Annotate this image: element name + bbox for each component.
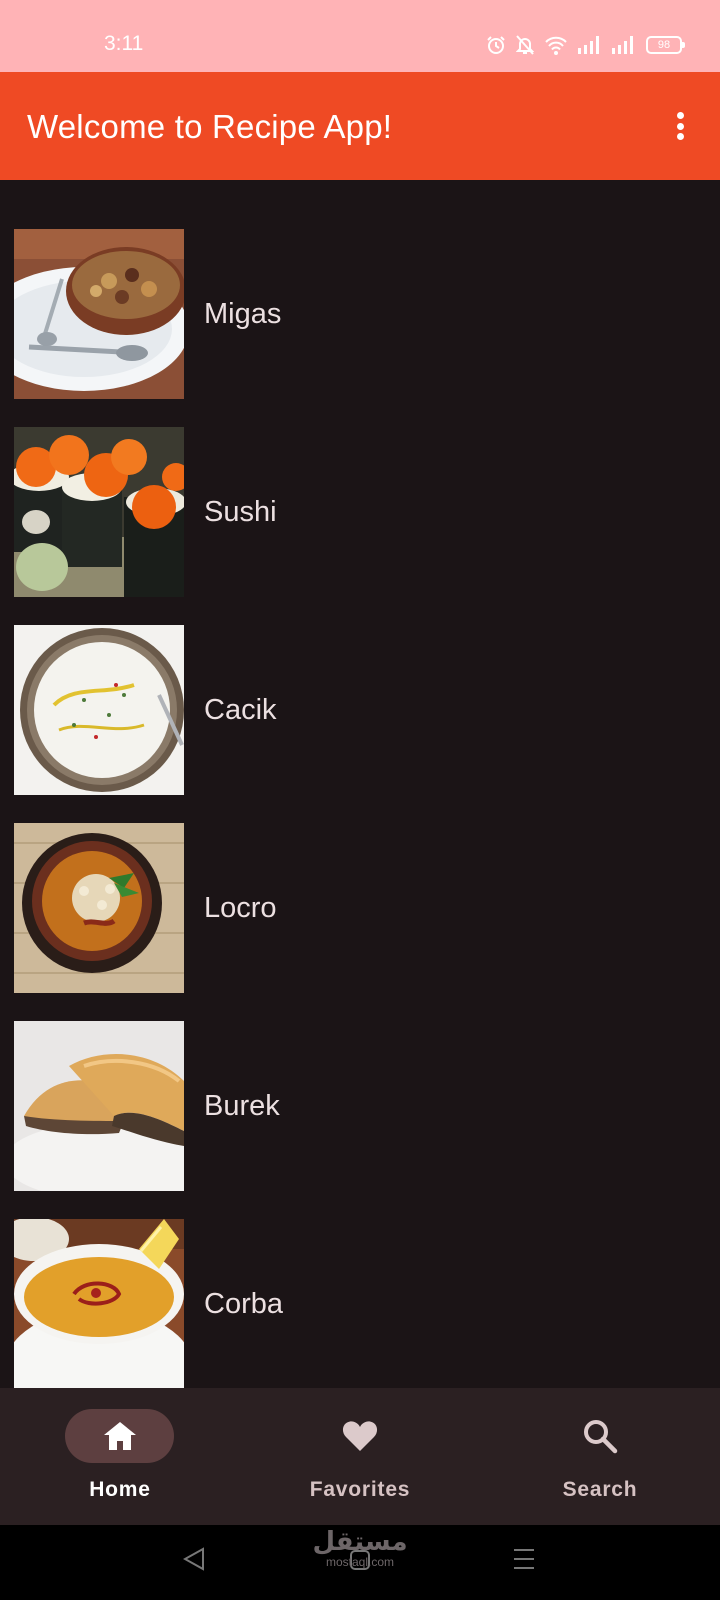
battery-icon: 98 <box>646 36 685 54</box>
nav-pill <box>545 1409 654 1463</box>
nav-label-favorites: Favorites <box>309 1478 411 1501</box>
list-item[interactable]: Locro <box>14 823 714 993</box>
back-icon[interactable] <box>183 1547 205 1571</box>
nav-pill <box>305 1409 414 1463</box>
heart-icon <box>342 1421 377 1451</box>
recipe-name: Migas <box>204 297 282 330</box>
app-bar: Welcome to Recipe App! <box>0 72 720 180</box>
recipe-image <box>14 1219 184 1388</box>
recipe-name: Corba <box>204 1287 283 1320</box>
alarm-icon <box>487 36 505 54</box>
signal-icon <box>612 36 633 54</box>
nav-item-home[interactable]: Home <box>0 1388 240 1525</box>
watermark: مستقل mostaql.com <box>312 1527 408 1569</box>
screen: 3:11 98 Welcome to Recipe App! Migas Sus… <box>0 0 720 1600</box>
recipe-image <box>14 823 184 993</box>
nav-active-indicator <box>65 1409 174 1463</box>
recipe-image <box>14 229 184 399</box>
recipe-image <box>14 1021 184 1191</box>
nav-label-search: Search <box>562 1478 638 1501</box>
recipe-image <box>14 427 184 597</box>
bottom-navigation: Home Favorites Search <box>0 1388 720 1525</box>
search-icon <box>583 1420 617 1454</box>
status-icons: 98 <box>486 34 685 56</box>
watermark-arabic: مستقل <box>312 1526 408 1556</box>
home-icon <box>103 1422 136 1450</box>
app-title: Welcome to Recipe App! <box>27 108 393 145</box>
list-item[interactable]: Burek <box>14 1021 714 1191</box>
recipe-name: Cacik <box>204 693 277 726</box>
list-item[interactable]: Corba <box>14 1219 714 1388</box>
recipe-name: Locro <box>204 891 277 924</box>
recipe-name: Burek <box>204 1089 280 1122</box>
nav-item-search[interactable]: Search <box>480 1388 720 1525</box>
bell-off-icon <box>516 35 534 55</box>
status-time: 3:11 <box>104 32 144 55</box>
list-item[interactable]: Cacik <box>14 625 714 795</box>
recipe-name: Sushi <box>204 495 277 528</box>
watermark-latin: mostaql.com <box>325 1555 395 1569</box>
recipe-image <box>14 625 184 795</box>
nav-item-favorites[interactable]: Favorites <box>240 1388 480 1525</box>
status-bar: 3:11 98 <box>0 0 720 72</box>
recipe-list[interactable]: Migas Sushi Cacik Locro Burek Corba <box>0 180 720 1388</box>
wifi-icon <box>545 36 567 55</box>
list-item[interactable]: Sushi <box>14 427 714 597</box>
nav-label-home: Home <box>89 1478 151 1501</box>
more-vert-icon[interactable] <box>668 106 692 146</box>
list-item[interactable]: Migas <box>14 229 714 399</box>
signal-icon <box>578 36 599 54</box>
recents-menu-icon[interactable] <box>513 1547 535 1571</box>
